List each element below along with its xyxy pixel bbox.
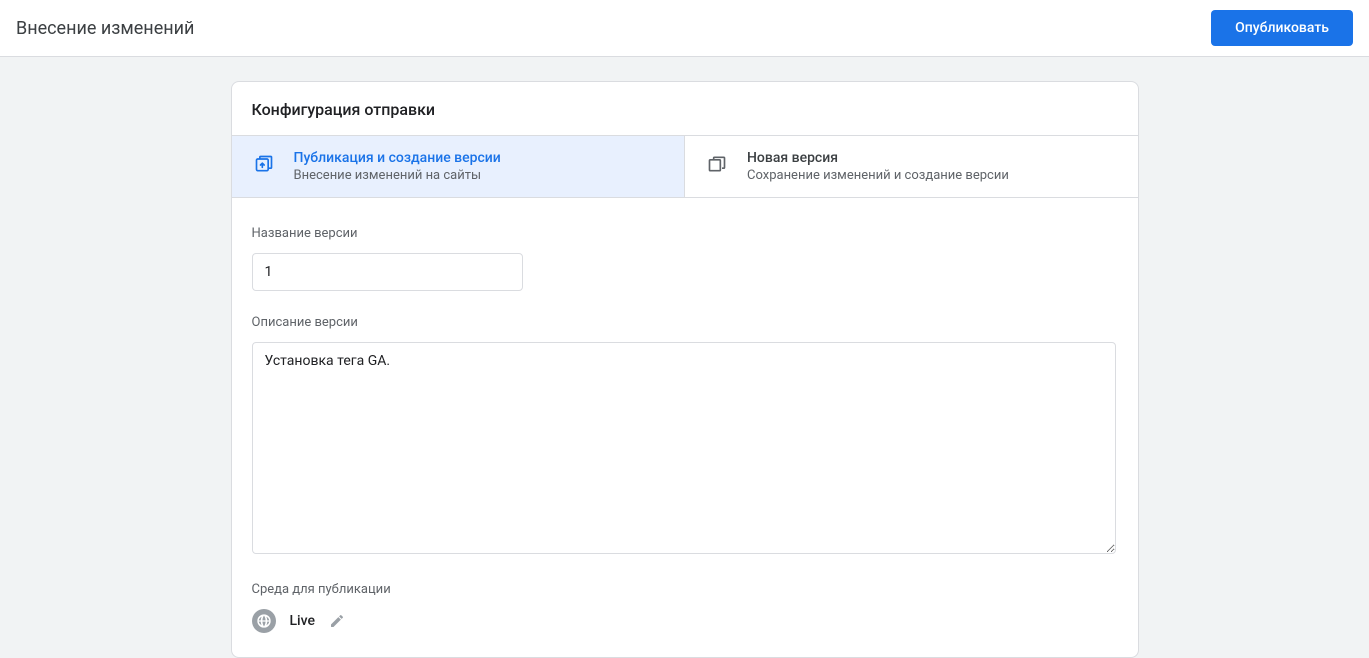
environment-name: Live	[290, 613, 315, 629]
page-title: Внесение изменений	[16, 18, 194, 39]
environment-row: Live	[252, 609, 1118, 633]
tab-publish-and-create[interactable]: Публикация и создание версии Внесение из…	[232, 136, 685, 197]
version-name-input[interactable]	[252, 253, 523, 291]
version-desc-group: Описание версии	[252, 315, 1118, 558]
card-header: Конфигурация отправки	[232, 82, 1138, 136]
tab-new-version[interactable]: Новая версия Сохранение изменений и созд…	[684, 136, 1138, 197]
environment-group: Среда для публикации Live	[252, 582, 1118, 633]
tabs: Публикация и создание версии Внесение из…	[232, 136, 1138, 198]
version-desc-textarea[interactable]	[252, 342, 1116, 554]
copy-icon	[705, 152, 729, 176]
environment-label: Среда для публикации	[252, 582, 1118, 597]
tab-newversion-title: Новая версия	[747, 150, 1009, 166]
version-name-label: Название версии	[252, 226, 1118, 241]
card-body: Название версии Описание версии Среда дл…	[232, 198, 1138, 657]
globe-icon	[252, 609, 276, 633]
page-header: Внесение изменений Опубликовать	[0, 0, 1369, 57]
submit-config-card: Конфигурация отправки Публикация и созда…	[231, 81, 1139, 658]
tab-publish-subtitle: Внесение изменений на сайты	[294, 168, 501, 183]
version-desc-label: Описание версии	[252, 315, 1118, 330]
edit-icon[interactable]	[329, 613, 345, 629]
publish-upload-icon	[252, 152, 276, 176]
card-title: Конфигурация отправки	[252, 100, 1118, 119]
version-name-group: Название версии	[252, 226, 1118, 291]
tab-newversion-subtitle: Сохранение изменений и создание версии	[747, 168, 1009, 183]
publish-button[interactable]: Опубликовать	[1211, 10, 1353, 46]
tab-publish-title: Публикация и создание версии	[294, 150, 501, 166]
content-wrap: Конфигурация отправки Публикация и созда…	[0, 57, 1369, 658]
